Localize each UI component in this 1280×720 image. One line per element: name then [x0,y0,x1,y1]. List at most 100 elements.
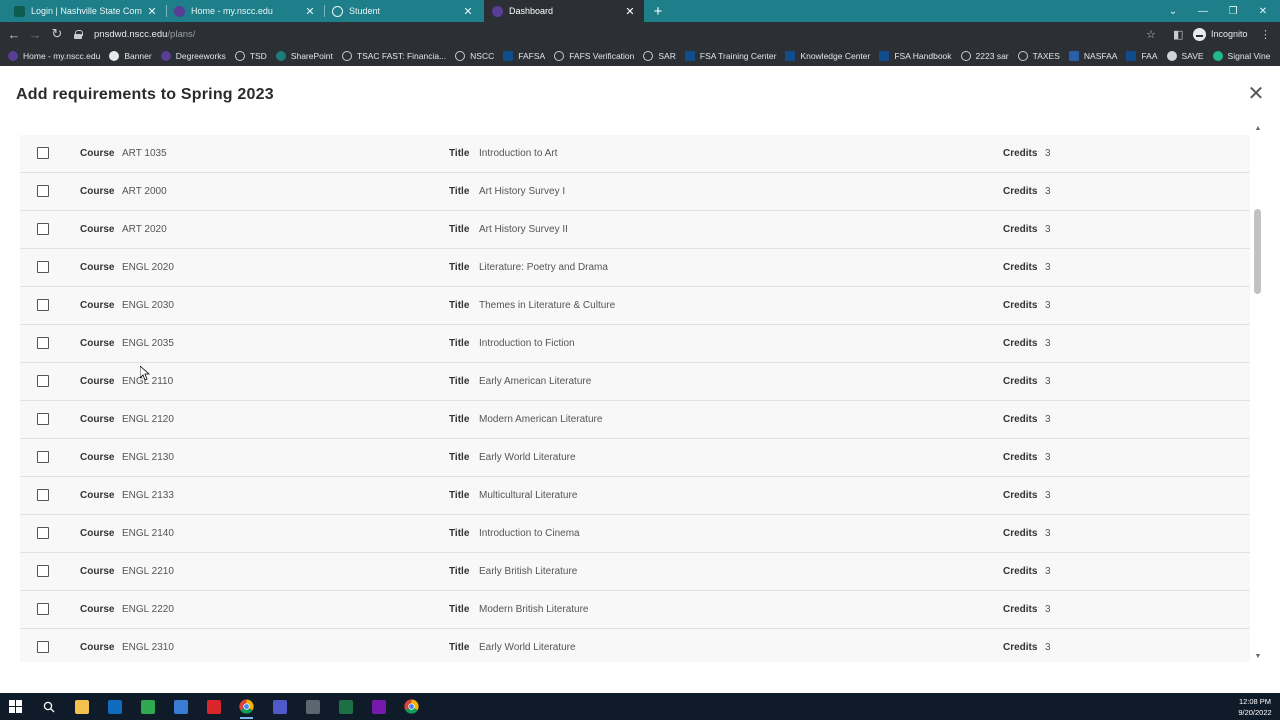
course-row[interactable]: Course ENGL 2110 Title Early American Liter… [20,363,1250,401]
course-row[interactable]: Course ENGL 2133 Title Multicultural Litera… [20,477,1250,515]
window-close-icon[interactable]: ✕ [1248,0,1278,22]
green-app-icon[interactable] [138,697,157,716]
bookmark-item[interactable]: Knowledge Center [785,51,870,61]
new-tab-button[interactable]: + [650,0,666,22]
course-code: ENGL 2130 [122,452,174,463]
bookmark-item[interactable]: FAFS Verification [554,51,634,61]
tab-dashboard[interactable]: Dashboard ✕ [484,0,644,22]
title-label: Title [449,452,470,463]
back-arrow-icon[interactable]: ← [4,24,24,44]
tab-student[interactable]: Student ✕ [324,0,482,22]
course-checkbox[interactable] [37,223,49,235]
acrobat-icon[interactable] [204,697,223,716]
search-icon[interactable] [39,697,58,716]
tab-search-icon[interactable]: ⌄ [1158,0,1188,22]
windows-start-icon[interactable] [6,697,25,716]
chrome-icon[interactable] [402,697,421,716]
bookmark-item[interactable]: FSA Training Center [684,51,776,61]
course-row[interactable]: Course ENGL 2130 Title Early World Literatu… [20,439,1250,477]
course-row[interactable]: Course ENGL 2220 Title Modern British Liter… [20,591,1250,629]
tab-login[interactable]: Login | Nashville State Communi ✕ [6,0,166,22]
course-checkbox[interactable] [37,147,49,159]
title-label: Title [449,642,470,653]
menu-kebab-icon[interactable]: ⋮ [1260,24,1271,44]
outlook-icon[interactable] [105,697,124,716]
scrollbar-thumb[interactable] [1254,209,1261,294]
bookmark-item[interactable]: NSCC [455,51,494,61]
course-checkbox[interactable] [37,603,49,615]
incognito-badge[interactable]: Incognito [1193,24,1248,44]
snip-tool-icon[interactable] [171,697,190,716]
bookmark-item[interactable]: SAR [643,51,676,61]
scroll-down-arrow-icon[interactable]: ▼ [1254,653,1262,661]
fsa-icon [785,51,796,61]
course-row[interactable]: Course ART 1035 Title Introduction to Art Cr… [20,135,1250,173]
course-checkbox[interactable] [37,451,49,463]
bookmark-item[interactable]: FSA Handbook [879,51,952,61]
bookmark-item[interactable]: TSD [234,51,267,61]
bookmark-item[interactable]: FAA [1126,51,1158,61]
course-row[interactable]: Course ENGL 2120 Title Modern American Lite… [20,401,1250,439]
chrome-icon[interactable] [237,697,256,719]
reload-icon[interactable]: ↻ [47,24,67,44]
bookmark-label: SAVE [1181,51,1204,61]
address-bar[interactable]: pnsdwd.nscc.edu /plans/ [74,25,1164,43]
course-row[interactable]: Course ENGL 2030 Title Themes in Literature… [20,287,1250,325]
bookmark-item[interactable]: Banner [109,51,152,61]
bookmark-item[interactable]: 2223 sar [960,51,1009,61]
restore-icon[interactable]: ❐ [1218,0,1248,22]
incognito-label: Incognito [1211,29,1248,39]
bookmark-item[interactable]: NASFAA [1068,51,1117,61]
teams-icon[interactable] [270,697,289,716]
course-checkbox[interactable] [37,299,49,311]
close-icon[interactable]: ✕ [462,5,474,18]
course-label: Course [80,566,115,577]
close-icon[interactable]: ✕ [146,5,158,18]
calculator-icon[interactable] [303,697,322,716]
course-checkbox[interactable] [37,375,49,387]
course-row[interactable]: Course ART 2020 Title Art History Survey II… [20,211,1250,249]
course-credits: 3 [1045,490,1051,501]
course-checkbox[interactable] [37,489,49,501]
bookmark-star-icon[interactable]: ☆ [1146,24,1156,44]
course-label: Course [80,338,115,349]
bookmark-item[interactable]: Degreeworks [160,51,226,61]
file-explorer-icon[interactable] [72,697,91,716]
scrollbar[interactable]: ▲ ▼ [1252,125,1264,661]
bookmark-item[interactable]: TSAC FAST: Financia... [341,51,446,61]
bookmark-item[interactable]: Signal Vine [1212,51,1270,61]
bookmark-item[interactable]: SharePoint [275,51,333,61]
signal-vine-icon [1212,51,1223,61]
course-checkbox[interactable] [37,261,49,273]
tab-home[interactable]: Home - my.nscc.edu ✕ [166,0,324,22]
course-checkbox[interactable] [37,527,49,539]
system-clock[interactable]: 12:08 PM 9/20/2022 [1232,696,1278,718]
course-row[interactable]: Course ENGL 2035 Title Introduction to Fict… [20,325,1250,363]
course-checkbox[interactable] [37,565,49,577]
forward-arrow-icon[interactable]: → [25,24,45,44]
course-row[interactable]: Course ENGL 2140 Title Introduction to Cine… [20,515,1250,553]
onenote-icon[interactable] [369,697,388,716]
minimize-icon[interactable]: — [1188,0,1218,22]
excel-icon[interactable] [336,697,355,716]
course-row[interactable]: Course ENGL 2310 Title Early World Literatu… [20,629,1250,662]
bookmark-item[interactable]: Home - my.nscc.edu [8,51,100,61]
course-checkbox[interactable] [37,641,49,653]
close-icon[interactable]: ✕ [304,5,316,18]
course-credits: 3 [1045,528,1051,539]
course-checkbox[interactable] [37,337,49,349]
bookmark-item[interactable]: FAFSA [503,51,545,61]
course-title: Early British Literature [479,566,578,577]
credits-label: Credits [1003,186,1038,197]
course-row[interactable]: Course ENGL 2210 Title Early British Litera… [20,553,1250,591]
close-icon[interactable]: ✕ [624,5,636,18]
course-checkbox[interactable] [37,185,49,197]
side-panel-icon[interactable]: ◧ [1173,24,1183,44]
bookmark-item[interactable]: SAVE [1166,51,1204,61]
course-row[interactable]: Course ENGL 2020 Title Literature: Poetry a… [20,249,1250,287]
close-icon[interactable]: ✕ [1246,84,1266,104]
scroll-up-arrow-icon[interactable]: ▲ [1254,125,1262,133]
course-checkbox[interactable] [37,413,49,425]
course-row[interactable]: Course ART 2000 Title Art History Survey I C… [20,173,1250,211]
bookmark-item[interactable]: TAXES [1017,51,1060,61]
